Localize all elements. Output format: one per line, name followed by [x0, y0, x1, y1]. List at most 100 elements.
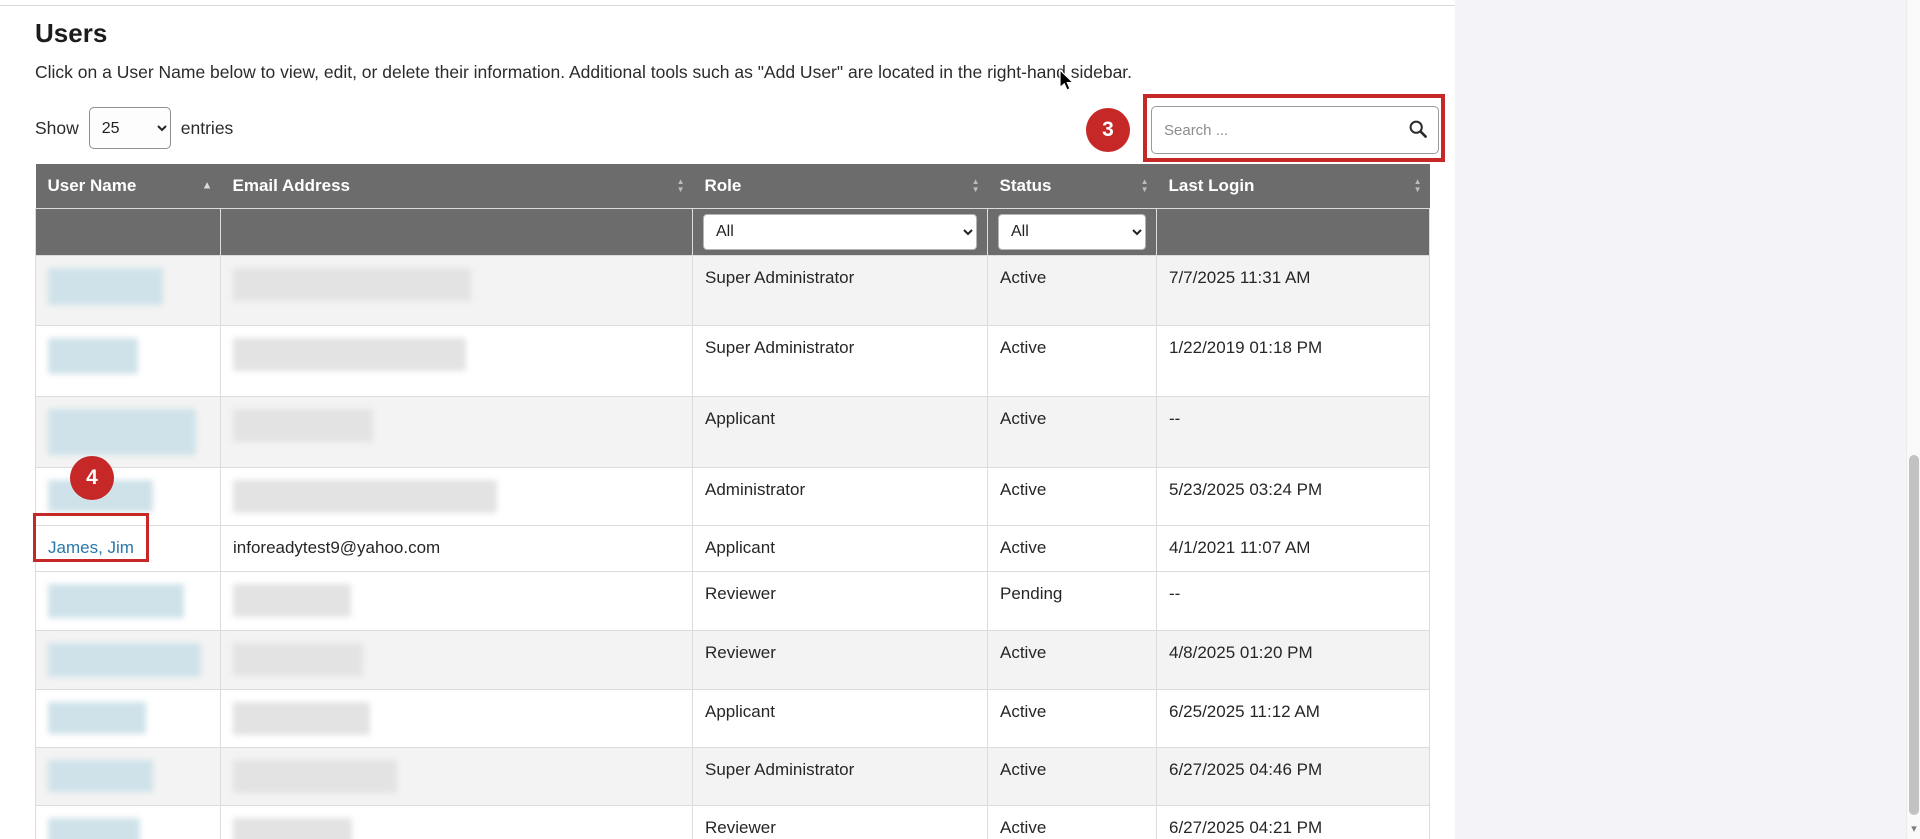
filter-cell-role: All [692, 207, 988, 256]
cell-role: Applicant [692, 524, 988, 572]
column-header-role[interactable]: Role ▲ ▼ [692, 164, 988, 208]
column-label: Role [704, 175, 742, 195]
redacted-user-name [48, 701, 146, 734]
redacted-email [233, 701, 370, 735]
redacted-user-name [48, 817, 140, 839]
scroll-down-arrow[interactable]: ▾ [1907, 823, 1920, 838]
table-filter-row: All All [35, 207, 1430, 256]
redacted-user-name [48, 267, 163, 305]
column-header-email-address[interactable]: Email Address ▲ ▼ [220, 164, 693, 208]
cell-user-name[interactable] [35, 688, 221, 748]
column-label: Email Address [232, 175, 350, 195]
page-description: Click on a User Name below to view, edit… [35, 62, 1133, 82]
cell-status: Pending [987, 570, 1157, 631]
table-row: Reviewer Active 4/8/2025 01:20 PM [35, 629, 1430, 690]
cell-email [220, 395, 693, 468]
cell-user-name[interactable] [35, 570, 221, 631]
cell-email: inforeadytest9@yahoo.com [220, 524, 693, 572]
column-label: Last Login [1168, 175, 1255, 195]
page-size-select[interactable]: 25 [88, 107, 171, 149]
cell-last-login: 7/7/2025 11:31 AM [1156, 254, 1430, 326]
cell-email [220, 688, 693, 748]
cell-role: Super Administrator [692, 254, 988, 326]
cell-status: Active [987, 466, 1157, 526]
status-filter-select[interactable]: All [998, 213, 1146, 250]
cell-role: Super Administrator [692, 324, 988, 397]
redacted-user-name [48, 583, 184, 618]
column-header-user-name[interactable]: User Name ▲ [35, 164, 221, 208]
redacted-email [233, 817, 352, 839]
page: Users Click on a User Name below to view… [0, 0, 1920, 839]
sort-both-icon: ▲ ▼ [971, 176, 980, 194]
column-header-last-login[interactable]: Last Login ▲ ▼ [1156, 164, 1430, 208]
search-box [1151, 106, 1439, 154]
entries-label: entries [180, 117, 234, 138]
cell-email [220, 254, 693, 326]
table-row: Super Administrator Active 7/7/2025 11:31 … [35, 254, 1430, 326]
cell-user-name[interactable] [35, 746, 221, 806]
filter-cell-email-address [220, 207, 693, 256]
cell-status: Active [987, 746, 1157, 806]
scrollbar[interactable]: ▾ [1906, 0, 1920, 839]
cell-user-name[interactable] [35, 324, 221, 397]
cell-user-name[interactable] [35, 254, 221, 326]
cell-email [220, 466, 693, 526]
page-title: Users [35, 18, 108, 48]
cell-user-name[interactable] [35, 395, 221, 468]
cell-status: Active [987, 395, 1157, 468]
filter-cell-status: All [987, 207, 1157, 256]
table-header-row: User Name ▲ Email Address ▲ ▼ Role ▲ ▼ Status ▲ ▼ L… [35, 164, 1430, 208]
cell-last-login: 6/27/2025 04:46 PM [1156, 746, 1430, 806]
cell-last-login: 6/25/2025 11:12 AM [1156, 688, 1430, 748]
role-filter-select[interactable]: All [703, 213, 977, 250]
cell-status: Active [987, 688, 1157, 748]
sort-both-icon: ▲ ▼ [1140, 176, 1149, 194]
cell-email [220, 746, 693, 806]
cell-email [220, 629, 693, 690]
cell-email [220, 804, 693, 839]
right-sidebar [1455, 0, 1906, 839]
cell-role: Administrator [692, 466, 988, 526]
table-row: Super Administrator Active 1/22/2019 01:18… [35, 324, 1430, 397]
cell-user-name[interactable] [35, 629, 221, 690]
table-controls: Show 25 entries [35, 104, 1439, 162]
cell-last-login: 4/8/2025 01:20 PM [1156, 629, 1430, 690]
cell-last-login: 6/27/2025 04:21 PM [1156, 804, 1430, 839]
scrollbar-thumb[interactable] [1909, 455, 1919, 815]
cell-role: Reviewer [692, 804, 988, 839]
table-row: Reviewer Active 6/27/2025 04:21 PM [35, 804, 1430, 839]
table-row: Applicant Active -- [35, 395, 1430, 468]
table-row: Reviewer Pending -- [35, 570, 1430, 631]
cell-user-name[interactable]: James, Jim [35, 524, 221, 572]
redacted-user-name [48, 759, 153, 792]
cell-user-name[interactable] [35, 804, 221, 839]
user-name-link[interactable]: James, Jim [48, 538, 134, 557]
table-row: Super Administrator Active 6/27/2025 04:46… [35, 746, 1430, 806]
cell-last-login: 4/1/2021 11:07 AM [1156, 524, 1430, 572]
redacted-email [233, 583, 351, 617]
cell-user-name[interactable] [35, 466, 221, 526]
redacted-user-name [48, 408, 196, 455]
cell-email [220, 324, 693, 397]
table-row: Applicant Active 6/25/2025 11:12 AM [35, 688, 1430, 748]
search-input[interactable] [1151, 106, 1439, 154]
redacted-email [233, 759, 397, 793]
column-header-status[interactable]: Status ▲ ▼ [987, 164, 1157, 208]
cell-last-login: -- [1156, 395, 1430, 468]
cell-status: Active [987, 804, 1157, 839]
table-row: James, Jim inforeadytest9@yahoo.com Applic… [35, 524, 1430, 572]
column-label: Status [999, 175, 1052, 195]
redacted-email [233, 479, 497, 513]
redacted-user-name [48, 642, 201, 677]
cell-status: Active [987, 524, 1157, 572]
column-label: User Name [47, 175, 137, 195]
cell-last-login: 1/22/2019 01:18 PM [1156, 324, 1430, 397]
redacted-email [233, 642, 363, 676]
sort-both-icon: ▲ ▼ [676, 176, 685, 194]
cell-status: Active [987, 629, 1157, 690]
cell-status: Active [987, 254, 1157, 326]
sort-ascending-icon: ▲ [201, 179, 213, 192]
cell-last-login: 5/23/2025 03:24 PM [1156, 466, 1430, 526]
cell-status: Active [987, 324, 1157, 397]
cell-role: Reviewer [692, 570, 988, 631]
